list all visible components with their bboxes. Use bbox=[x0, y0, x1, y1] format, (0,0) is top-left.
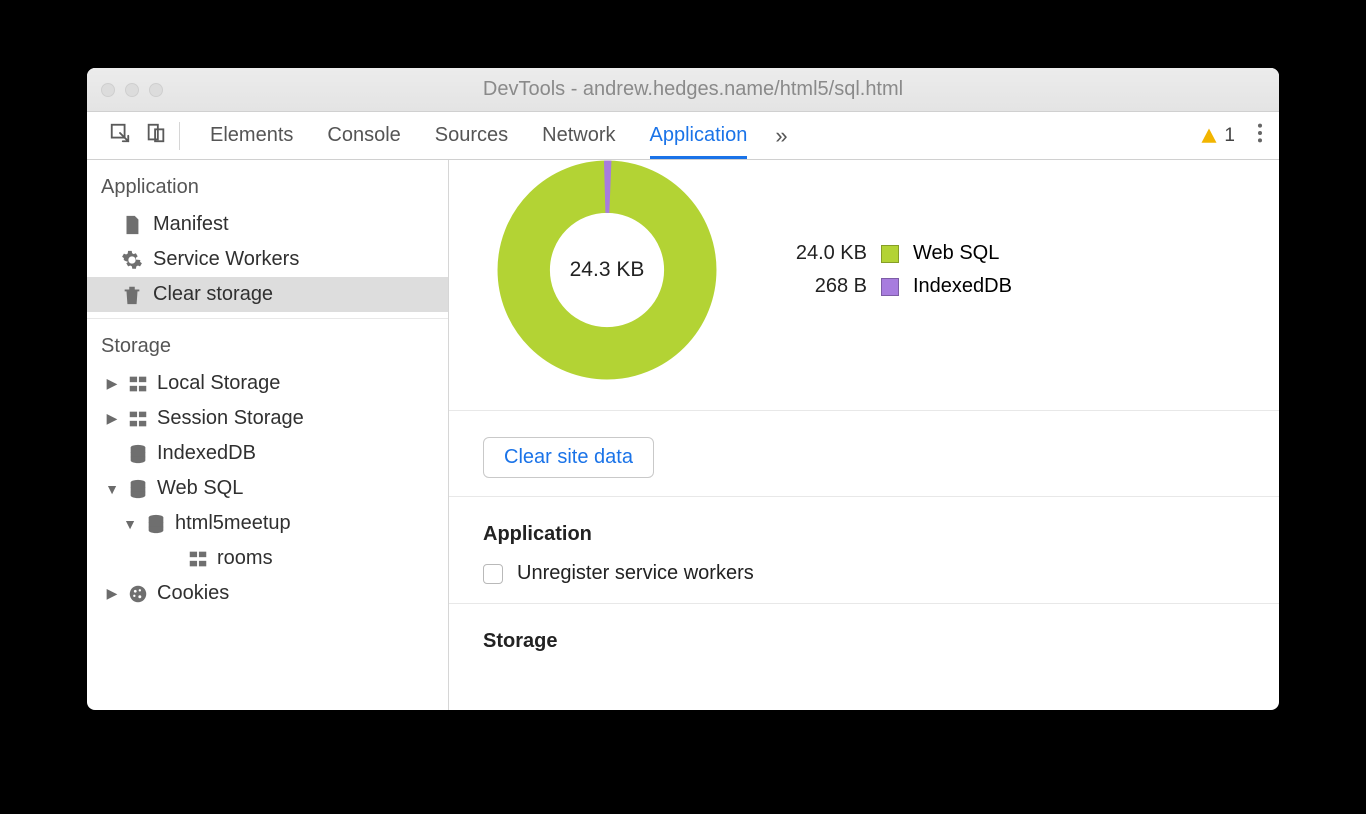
checkbox[interactable] bbox=[483, 564, 503, 584]
storage-grid-icon bbox=[127, 373, 149, 395]
legend-swatch bbox=[881, 278, 899, 296]
devtools-window: DevTools - andrew.hedges.name/html5/sql.… bbox=[87, 68, 1279, 710]
tree-label: html5meetup bbox=[175, 512, 291, 535]
sidebar-item-manifest[interactable]: Manifest bbox=[87, 207, 448, 242]
menu-icon[interactable] bbox=[1257, 122, 1263, 149]
sidebar-section-storage: Storage bbox=[87, 329, 448, 366]
sidebar-item-label: Manifest bbox=[153, 213, 229, 236]
sidebar-item-indexeddb[interactable]: IndexedDB bbox=[87, 436, 448, 471]
warnings-count: 1 bbox=[1224, 125, 1235, 147]
sidebar-item-session-storage[interactable]: ▶ Session Storage bbox=[87, 401, 448, 436]
tree-label: Web SQL bbox=[157, 477, 243, 500]
usage-chart-row: 24.3 KB 24.0 KB Web SQL 268 B IndexedDB bbox=[449, 160, 1279, 411]
tree-label: Local Storage bbox=[157, 372, 280, 395]
application-options-section: Application Unregister service workers bbox=[449, 497, 1279, 604]
legend-row-indexeddb: 268 B IndexedDB bbox=[777, 275, 1012, 298]
database-icon bbox=[127, 478, 149, 500]
storage-grid-icon bbox=[127, 408, 149, 430]
table-icon bbox=[187, 548, 209, 570]
tab-sources[interactable]: Sources bbox=[435, 112, 508, 159]
application-sidebar: Application Manifest Service Workers Cle… bbox=[87, 160, 449, 710]
legend-value: 268 B bbox=[777, 275, 867, 298]
inspect-icon[interactable] bbox=[109, 122, 131, 149]
legend-row-websql: 24.0 KB Web SQL bbox=[777, 242, 1012, 265]
database-icon bbox=[145, 513, 167, 535]
sidebar-item-local-storage[interactable]: ▶ Local Storage bbox=[87, 366, 448, 401]
sidebar-item-websql-table[interactable]: rooms bbox=[87, 541, 448, 576]
donut-total-label: 24.3 KB bbox=[497, 160, 717, 380]
chevron-down-icon: ▼ bbox=[105, 481, 119, 497]
legend-label: IndexedDB bbox=[913, 275, 1012, 298]
cookie-icon bbox=[127, 583, 149, 605]
sidebar-section-application: Application bbox=[87, 170, 448, 207]
sidebar-item-cookies[interactable]: ▶ Cookies bbox=[87, 576, 448, 611]
window-title: DevTools - andrew.hedges.name/html5/sql.… bbox=[181, 78, 1265, 101]
trash-icon bbox=[121, 284, 143, 306]
chevron-right-icon: ▶ bbox=[105, 375, 119, 392]
document-icon bbox=[121, 214, 143, 236]
tree-label: Session Storage bbox=[157, 407, 304, 430]
unregister-sw-row[interactable]: Unregister service workers bbox=[483, 562, 1279, 585]
database-icon bbox=[127, 443, 149, 465]
devtools-toolbar: Elements Console Sources Network Applica… bbox=[87, 112, 1279, 160]
section-heading: Storage bbox=[483, 630, 1279, 653]
tree-label: rooms bbox=[217, 547, 273, 570]
tree-label: Cookies bbox=[157, 582, 229, 605]
legend-label: Web SQL bbox=[913, 242, 999, 265]
legend-value: 24.0 KB bbox=[777, 242, 867, 265]
tab-console[interactable]: Console bbox=[327, 112, 400, 159]
sidebar-item-clear-storage[interactable]: Clear storage bbox=[87, 277, 448, 312]
clear-data-section: Clear site data bbox=[449, 411, 1279, 497]
sidebar-item-label: Service Workers bbox=[153, 248, 299, 271]
panel-tabs: Elements Console Sources Network Applica… bbox=[210, 112, 747, 159]
zoom-dot[interactable] bbox=[149, 83, 163, 97]
usage-donut: 24.3 KB bbox=[497, 160, 717, 380]
legend-swatch bbox=[881, 245, 899, 263]
sidebar-item-service-workers[interactable]: Service Workers bbox=[87, 242, 448, 277]
titlebar: DevTools - andrew.hedges.name/html5/sql.… bbox=[87, 68, 1279, 112]
main-panel: 24.3 KB 24.0 KB Web SQL 268 B IndexedDB bbox=[449, 160, 1279, 710]
tree-label: IndexedDB bbox=[157, 442, 256, 465]
usage-legend: 24.0 KB Web SQL 268 B IndexedDB bbox=[777, 242, 1012, 298]
tab-elements[interactable]: Elements bbox=[210, 112, 293, 159]
section-heading: Application bbox=[483, 523, 1279, 546]
sidebar-item-label: Clear storage bbox=[153, 283, 273, 306]
minimize-dot[interactable] bbox=[125, 83, 139, 97]
close-dot[interactable] bbox=[101, 83, 115, 97]
sidebar-item-websql[interactable]: ▼ Web SQL bbox=[87, 471, 448, 506]
gear-icon bbox=[121, 249, 143, 271]
tab-application[interactable]: Application bbox=[650, 112, 748, 159]
tab-network[interactable]: Network bbox=[542, 112, 615, 159]
tabs-overflow[interactable]: » bbox=[775, 123, 787, 149]
chevron-down-icon: ▼ bbox=[123, 516, 137, 532]
storage-options-section: Storage bbox=[449, 604, 1279, 679]
device-toggle-icon[interactable] bbox=[145, 122, 167, 149]
chevron-right-icon: ▶ bbox=[105, 585, 119, 602]
chevron-right-icon: ▶ bbox=[105, 410, 119, 427]
window-controls bbox=[101, 83, 163, 97]
warnings-badge[interactable]: 1 bbox=[1200, 125, 1235, 147]
clear-site-data-button[interactable]: Clear site data bbox=[483, 437, 654, 478]
sidebar-item-websql-db[interactable]: ▼ html5meetup bbox=[87, 506, 448, 541]
checkbox-label: Unregister service workers bbox=[517, 562, 754, 585]
